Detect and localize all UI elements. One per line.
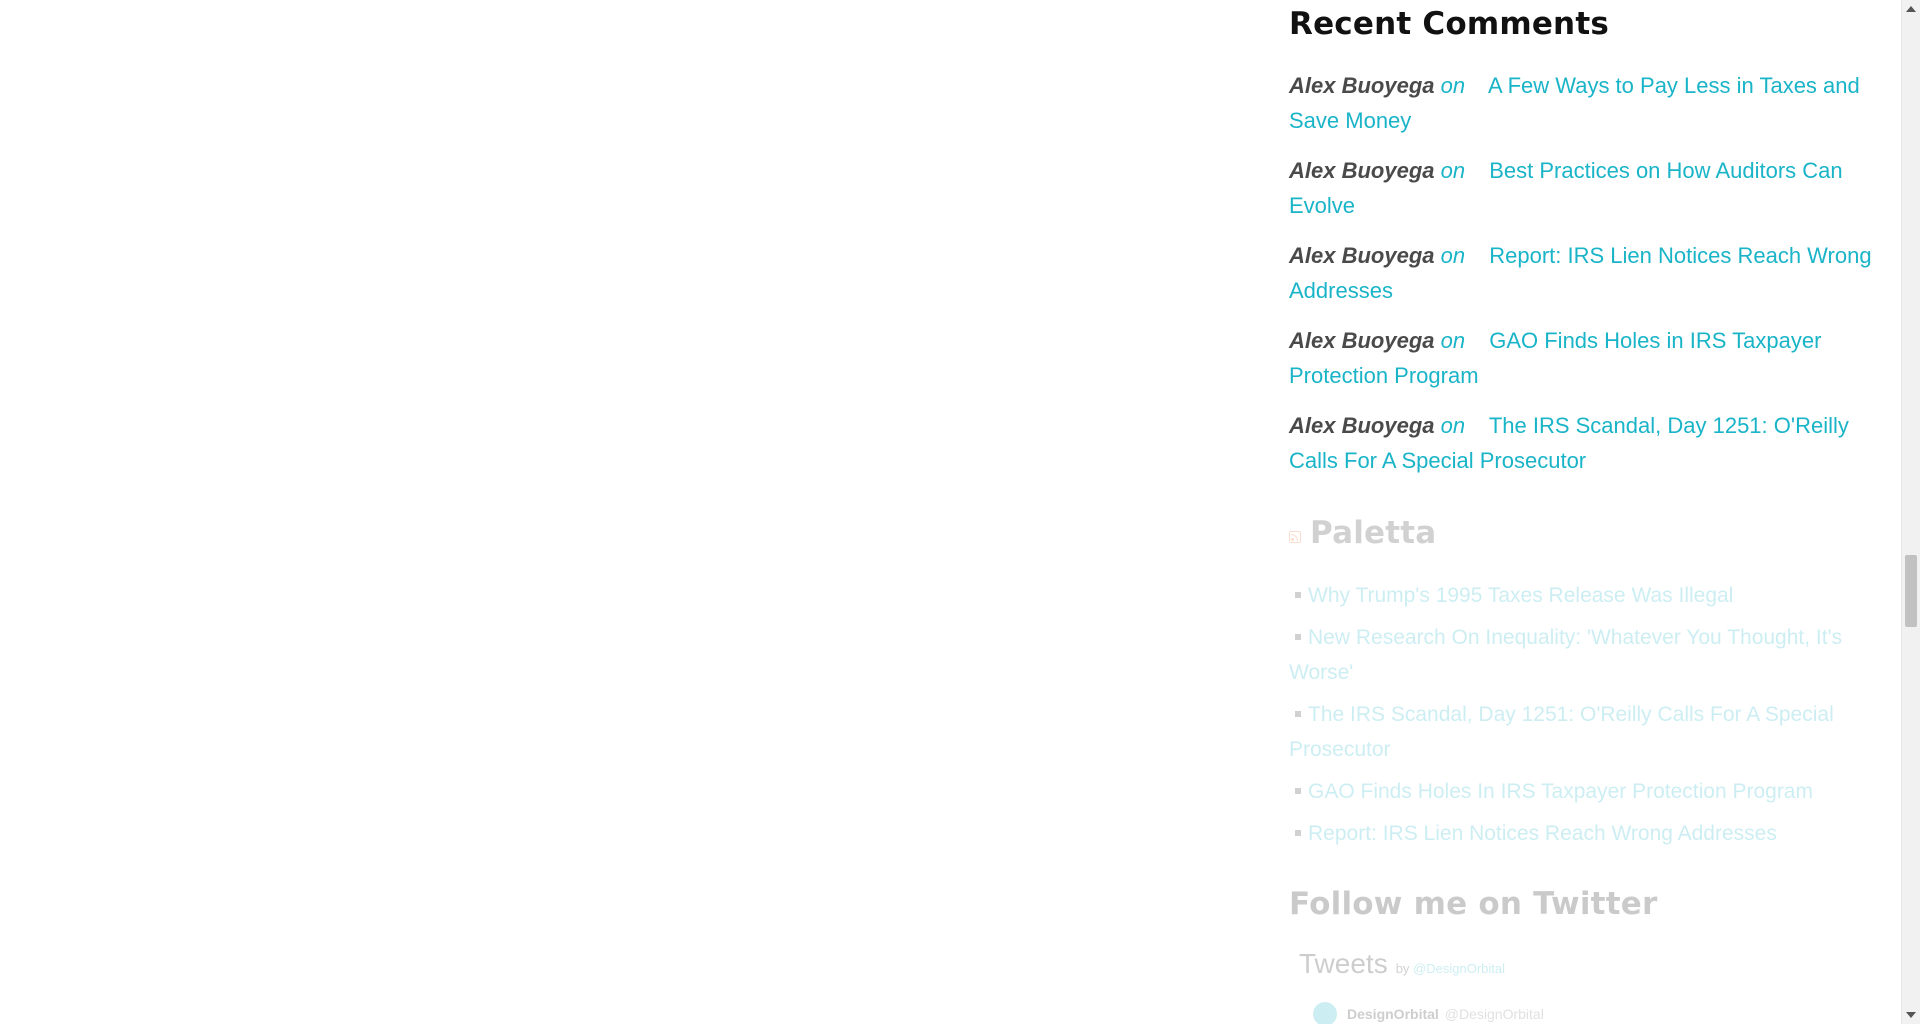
- rss-item-link[interactable]: Why Trump's 1995 Taxes Release Was Illeg…: [1308, 584, 1733, 607]
- bullet-icon: [1295, 710, 1301, 717]
- scroll-down-arrow-icon[interactable]: [1906, 1012, 1916, 1018]
- comment-on-label: on: [1440, 243, 1466, 268]
- comment-author: Alex Buoyega: [1289, 158, 1435, 183]
- bullet-icon: [1295, 829, 1301, 836]
- avatar[interactable]: [1313, 1002, 1337, 1024]
- comment-author: Alex Buoyega: [1289, 243, 1435, 268]
- tweets-by: by @DesignOrbital: [1396, 961, 1505, 976]
- twitter-handle-link[interactable]: @DesignOrbital: [1413, 961, 1505, 976]
- scrollbar-thumb[interactable]: [1905, 555, 1917, 627]
- recent-comment-item: Alex Buoyega on GAO Finds Holes in IRS T…: [1289, 323, 1902, 393]
- bullet-icon: [1295, 591, 1301, 598]
- rss-list-item: The IRS Scandal, Day 1251: O'Reilly Call…: [1289, 697, 1869, 767]
- recent-comment-item: Alex Buoyega on A Few Ways to Pay Less i…: [1289, 68, 1902, 138]
- comment-author: Alex Buoyega: [1289, 413, 1435, 438]
- page-scrollbar[interactable]: [1901, 0, 1920, 1024]
- recent-comments-title: Recent Comments: [1289, 6, 1609, 42]
- comment-on-label: on: [1440, 73, 1466, 98]
- rss-item-link[interactable]: New Research On Inequality: 'Whatever Yo…: [1289, 626, 1842, 684]
- rss-item-link[interactable]: The IRS Scandal, Day 1251: O'Reilly Call…: [1289, 703, 1834, 761]
- tweet-author-row: DesignOrbital @DesignOrbital: [1313, 1002, 1544, 1024]
- rss-widget-header: Paletta: [1289, 515, 1436, 551]
- tweet-author-name[interactable]: DesignOrbital: [1347, 1006, 1439, 1022]
- rss-list: Why Trump's 1995 Taxes Release Was Illeg…: [1289, 578, 1869, 858]
- bullet-icon: [1295, 787, 1301, 794]
- comment-author: Alex Buoyega: [1289, 73, 1435, 98]
- recent-comment-item: Alex Buoyega on Best Practices on How Au…: [1289, 153, 1902, 223]
- comment-on-label: on: [1440, 413, 1466, 438]
- rss-list-item: Report: IRS Lien Notices Reach Wrong Add…: [1289, 816, 1869, 851]
- recent-comment-item: Alex Buoyega on The IRS Scandal, Day 125…: [1289, 408, 1902, 478]
- tweet-author-handle[interactable]: @DesignOrbital: [1445, 1006, 1544, 1022]
- rss-item-link[interactable]: Report: IRS Lien Notices Reach Wrong Add…: [1308, 822, 1777, 845]
- rss-item-link[interactable]: GAO Finds Holes In IRS Taxpayer Protecti…: [1308, 780, 1813, 803]
- rss-widget-title[interactable]: Paletta: [1310, 515, 1436, 551]
- scroll-up-arrow-icon[interactable]: [1906, 6, 1916, 12]
- comment-on-label: on: [1440, 158, 1466, 183]
- twitter-widget-title: Follow me on Twitter: [1289, 886, 1658, 922]
- comment-on-label: on: [1440, 328, 1466, 353]
- comment-author: Alex Buoyega: [1289, 328, 1435, 353]
- recent-comment-item: Alex Buoyega on Report: IRS Lien Notices…: [1289, 238, 1902, 308]
- by-label: by: [1395, 961, 1410, 976]
- rss-icon[interactable]: [1289, 531, 1301, 543]
- twitter-timeline-header: Tweets by @DesignOrbital: [1299, 948, 1505, 980]
- main-content-area: [0, 0, 1280, 1024]
- rss-list-item: New Research On Inequality: 'Whatever Yo…: [1289, 620, 1869, 690]
- bullet-icon: [1295, 633, 1301, 640]
- tweets-label: Tweets: [1299, 948, 1388, 979]
- rss-list-item: Why Trump's 1995 Taxes Release Was Illeg…: [1289, 578, 1869, 613]
- page: Recent Comments Alex Buoyega on A Few Wa…: [0, 0, 1920, 1024]
- rss-list-item: GAO Finds Holes In IRS Taxpayer Protecti…: [1289, 774, 1869, 809]
- recent-comments-list: Alex Buoyega on A Few Ways to Pay Less i…: [1289, 68, 1902, 493]
